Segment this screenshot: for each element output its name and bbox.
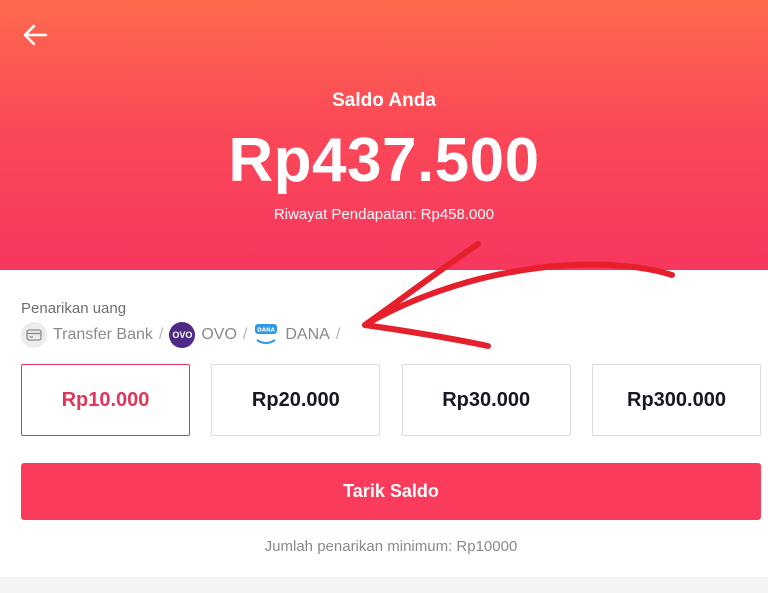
balance-amount: Rp437.500: [228, 126, 540, 195]
amount-options: Rp10.000 Rp20.000 Rp30.000 Rp300.000: [21, 364, 761, 436]
arrow-left-icon: [23, 24, 48, 46]
amount-option-selected[interactable]: Rp10.000: [21, 364, 190, 436]
ovo-logo-icon: OVO: [169, 322, 196, 348]
method-label: DANA: [285, 326, 330, 343]
withdraw-section-title: Penarikan uang: [21, 300, 127, 317]
dana-logo-icon: DANA: [253, 322, 280, 348]
method-label: OVO: [201, 326, 237, 343]
method-transfer-bank: Transfer Bank: [21, 322, 153, 348]
method-dana: DANA DANA: [253, 322, 330, 348]
amount-option[interactable]: Rp20.000: [211, 364, 381, 436]
method-label: Transfer Bank: [53, 326, 153, 343]
method-ovo: OVO OVO: [169, 322, 237, 348]
bank-card-icon: [21, 322, 47, 348]
amount-option[interactable]: Rp300.000: [591, 364, 761, 436]
method-separator: /: [158, 326, 164, 343]
minimum-withdrawal-note: Jumlah penarikan minimum: Rp10000: [264, 538, 518, 555]
amount-option[interactable]: Rp30.000: [401, 364, 571, 436]
method-separator: /: [242, 326, 248, 343]
balance-label: Saldo Anda: [332, 90, 436, 111]
payout-methods: Transfer Bank / OVO OVO / DANA DANA /: [21, 321, 346, 349]
dana-logo-text: DANA: [258, 328, 276, 334]
balance-header: Saldo Anda Rp437.500 Riwayat Pendapatan:…: [0, 0, 768, 270]
method-separator: /: [335, 326, 341, 343]
earnings-history-link[interactable]: Riwayat Pendapatan: Rp458.000: [0, 206, 768, 223]
withdraw-button[interactable]: Tarik Saldo: [21, 463, 761, 520]
bottom-divider: [0, 577, 768, 593]
back-button[interactable]: [18, 18, 52, 52]
